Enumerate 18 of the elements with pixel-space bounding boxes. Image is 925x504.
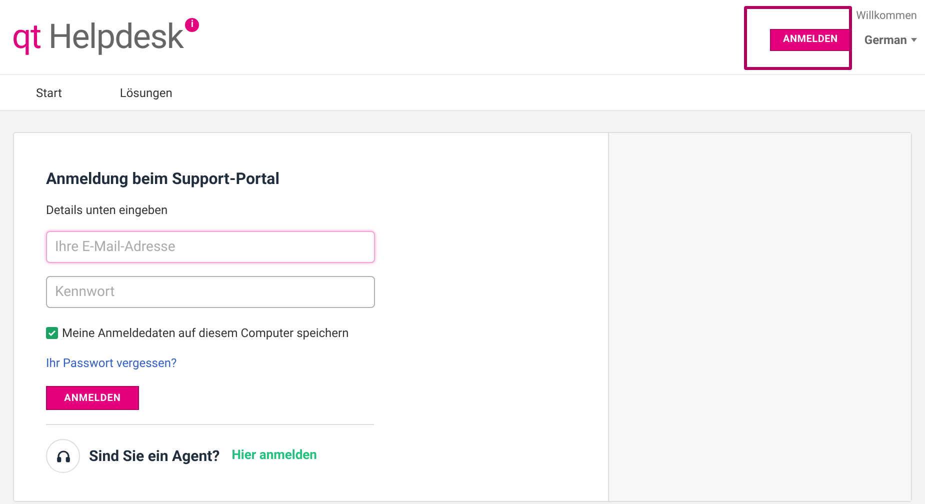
remember-label: Meine Anmeldedaten auf diesem Computer speichern xyxy=(62,325,349,342)
submit-button[interactable]: ANMELDEN xyxy=(46,386,139,410)
login-subtitle: Details unten eingeben xyxy=(46,202,168,219)
input-field[interactable]: Ihre E-Mail-Adresse xyxy=(46,231,375,263)
agent-question: Sind Sie ein Agent? xyxy=(89,446,220,467)
headset-icon xyxy=(46,439,80,473)
checkbox[interactable] xyxy=(46,327,58,339)
check-icon xyxy=(48,329,56,337)
nav-link[interactable]: Lösungen xyxy=(120,84,172,102)
language-dropdown[interactable]: German xyxy=(864,30,917,48)
logo-text: qt Helpdesk xyxy=(12,20,184,54)
login-title: Anmeldung beim Support-Portal xyxy=(46,168,280,190)
input-field[interactable]: Kennwort xyxy=(46,276,375,308)
forgot-password-link[interactable]: Ihr Passwort vergessen? xyxy=(46,354,177,372)
greeting-text: Willkommen xyxy=(856,8,917,24)
login-button[interactable]: ANMELDEN xyxy=(770,28,850,50)
nav-link[interactable]: Start xyxy=(36,84,62,102)
info-badge: i xyxy=(185,18,200,32)
